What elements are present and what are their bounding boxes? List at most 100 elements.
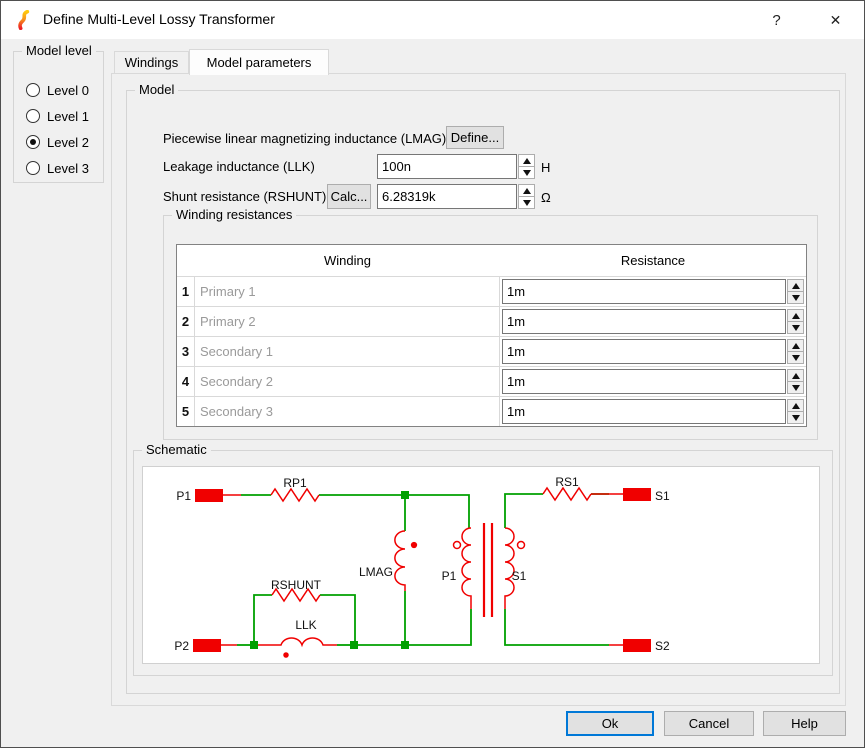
tab-windings[interactable]: Windings xyxy=(114,51,189,74)
titlebar-help-button[interactable]: ? xyxy=(754,1,799,39)
resistance-spinner[interactable] xyxy=(787,339,804,364)
radio-circle-icon[interactable] xyxy=(26,83,40,97)
winding-name-cell[interactable]: Primary 1 xyxy=(195,277,500,306)
title-bar: Define Multi-Level Lossy Transformer ? ✕ xyxy=(1,1,864,39)
rshunt-label: RSHUNT xyxy=(271,578,322,592)
llk-input[interactable]: 100n xyxy=(377,154,517,179)
calc-button[interactable]: Calc... xyxy=(327,184,371,209)
schematic-group: Schematic xyxy=(133,450,833,676)
core-lines xyxy=(484,523,492,617)
rs1-label: RS1 xyxy=(555,475,579,489)
model-group: Model Piecewise linear magnetizing induc… xyxy=(126,90,840,694)
row-number: 1 xyxy=(177,277,195,306)
rshunt-spinner[interactable] xyxy=(518,184,535,209)
spin-up-icon[interactable] xyxy=(787,399,804,412)
model-legend: Model xyxy=(135,82,178,97)
radio-circle-icon[interactable] xyxy=(26,161,40,175)
cancel-button[interactable]: Cancel xyxy=(664,711,754,736)
s1-terminal xyxy=(623,488,651,501)
p1-terminal-label: P1 xyxy=(176,489,191,503)
spin-down-icon[interactable] xyxy=(787,352,804,364)
secondary-polarity-dot xyxy=(518,542,525,549)
rp1-label: RP1 xyxy=(283,476,307,490)
resistance-input[interactable]: 1m xyxy=(502,279,786,304)
transformer-schematic: P1 P2 S1 S2 RP1 RS1 RSHUNT LLK LMAG P1 S… xyxy=(143,467,819,663)
define-button[interactable]: Define... xyxy=(446,126,504,149)
model-level-group: Model level Level 0 Level 1 Level 2 Leve… xyxy=(13,51,104,183)
llk-spinner[interactable] xyxy=(518,154,535,179)
resistance-input[interactable]: 1m xyxy=(502,399,786,424)
close-icon[interactable]: ✕ xyxy=(813,1,858,39)
wire-segments xyxy=(237,494,609,645)
table-row: 4 Secondary 2 1m xyxy=(177,366,806,396)
resistance-spinner[interactable] xyxy=(787,279,804,304)
rp1-resistor-symbol xyxy=(271,489,319,501)
secondary-winding-label: S1 xyxy=(512,569,527,583)
ok-button[interactable]: Ok xyxy=(566,711,654,736)
spin-down-icon[interactable] xyxy=(518,167,535,179)
radio-level-3[interactable]: Level 3 xyxy=(26,159,89,177)
winding-name-cell[interactable]: Secondary 1 xyxy=(195,337,500,366)
spin-up-icon[interactable] xyxy=(518,154,535,167)
p2-terminal-label: P2 xyxy=(174,639,189,653)
tab-pane: Model Piecewise linear magnetizing induc… xyxy=(111,73,846,706)
llk-polarity-dot xyxy=(284,653,288,657)
resistance-spinner[interactable] xyxy=(787,369,804,394)
llk-label: LLK xyxy=(295,618,316,632)
spin-down-icon[interactable] xyxy=(787,382,804,394)
help-button[interactable]: Help xyxy=(763,711,846,736)
schematic-canvas: P1 P2 S1 S2 RP1 RS1 RSHUNT LLK LMAG P1 S… xyxy=(142,466,820,664)
lmag-polarity-dot xyxy=(412,543,417,548)
s2-terminal-label: S2 xyxy=(655,639,670,653)
lmag-label: LMAG xyxy=(359,565,393,579)
rshunt-label: Shunt resistance (RSHUNT) xyxy=(163,189,326,204)
primary-winding-symbol xyxy=(462,528,471,609)
p1-terminal xyxy=(195,489,223,502)
radio-circle-icon[interactable] xyxy=(26,109,40,123)
radio-circle-checked-icon[interactable] xyxy=(26,135,40,149)
table-header-row: Winding Resistance xyxy=(177,245,806,276)
winding-name-cell[interactable]: Primary 2 xyxy=(195,307,500,336)
rshunt-value: 6.28319k xyxy=(382,189,436,204)
spin-down-icon[interactable] xyxy=(787,292,804,304)
rshunt-input[interactable]: 6.28319k xyxy=(377,184,517,209)
column-header-resistance: Resistance xyxy=(500,245,806,276)
winding-resistances-legend: Winding resistances xyxy=(172,207,296,222)
p2-terminal xyxy=(193,639,221,652)
radio-level-1[interactable]: Level 1 xyxy=(26,107,89,125)
spin-down-icon[interactable] xyxy=(787,322,804,334)
spin-up-icon[interactable] xyxy=(787,309,804,322)
column-header-winding: Winding xyxy=(195,245,500,276)
row-number: 4 xyxy=(177,367,195,396)
resistance-input[interactable]: 1m xyxy=(502,369,786,394)
winding-resistance-table: Winding Resistance 1 Primary 1 1m xyxy=(176,244,807,427)
s1-terminal-label: S1 xyxy=(655,489,670,503)
winding-name-cell[interactable]: Secondary 3 xyxy=(195,397,500,426)
resistance-input[interactable]: 1m xyxy=(502,309,786,334)
spin-down-icon[interactable] xyxy=(787,412,804,424)
resistance-spinner[interactable] xyxy=(787,399,804,424)
tab-model-parameters[interactable]: Model parameters xyxy=(189,49,329,75)
rshunt-unit: Ω xyxy=(541,190,551,205)
spin-up-icon[interactable] xyxy=(787,339,804,352)
winding-name-cell[interactable]: Secondary 2 xyxy=(195,367,500,396)
spin-down-icon[interactable] xyxy=(518,197,535,209)
table-row: 1 Primary 1 1m xyxy=(177,276,806,306)
llk-inductor-symbol xyxy=(258,638,337,645)
spin-up-icon[interactable] xyxy=(518,184,535,197)
s2-terminal xyxy=(623,639,651,652)
dialog-window: Define Multi-Level Lossy Transformer ? ✕… xyxy=(0,0,865,748)
app-logo-icon xyxy=(14,10,34,30)
model-level-legend: Model level xyxy=(22,43,96,58)
terminal-pads xyxy=(193,488,651,652)
resistance-input[interactable]: 1m xyxy=(502,339,786,364)
resistance-spinner[interactable] xyxy=(787,309,804,334)
rs1-resistor-symbol xyxy=(543,488,591,500)
spin-up-icon[interactable] xyxy=(787,279,804,292)
schematic-legend: Schematic xyxy=(142,442,211,457)
spin-up-icon[interactable] xyxy=(787,369,804,382)
radio-level-0[interactable]: Level 0 xyxy=(26,81,89,99)
table-row: 2 Primary 2 1m xyxy=(177,306,806,336)
lmag-inductor-symbol xyxy=(395,531,405,591)
radio-level-2[interactable]: Level 2 xyxy=(26,133,89,151)
